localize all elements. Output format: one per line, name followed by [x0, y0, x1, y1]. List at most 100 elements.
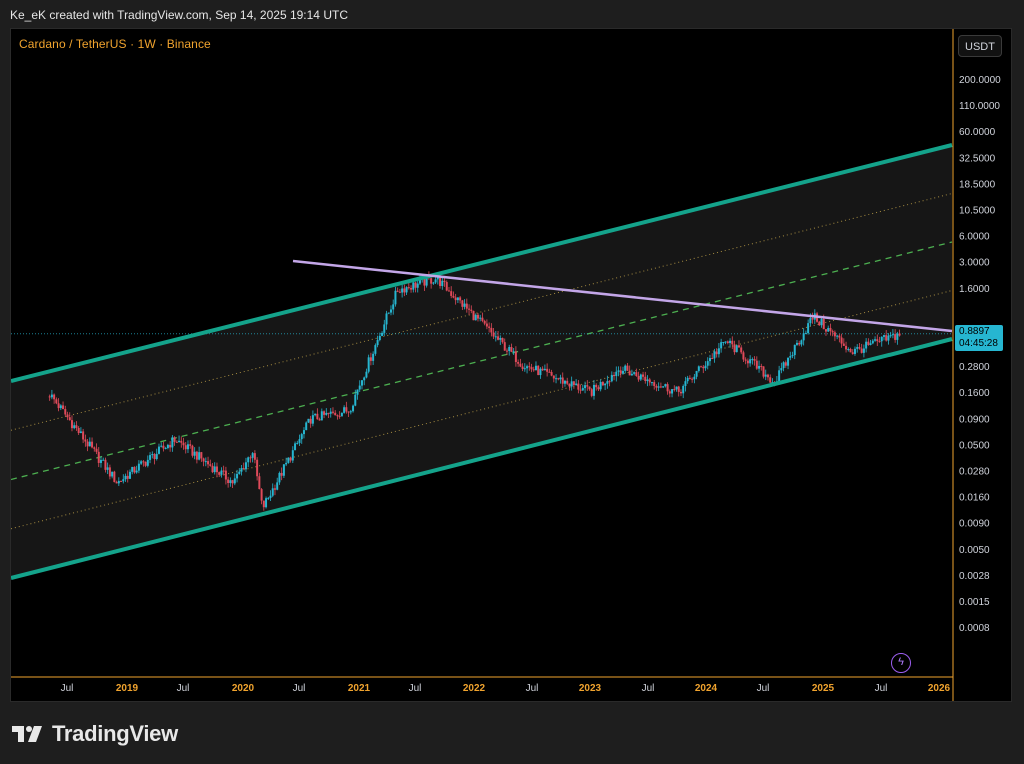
candle-body [755, 360, 758, 369]
candle-body [740, 347, 743, 353]
candle-body [66, 414, 69, 418]
candle-body [557, 378, 560, 380]
candle-body [456, 297, 459, 301]
candle-body [697, 366, 700, 371]
price-chart[interactable]: 200.0000 110.0000 60.0000 32.5000 18.5000 10.… [11, 29, 1011, 701]
chart-frame[interactable]: 200.0000 110.0000 60.0000 32.5000 18.5000 10.… [10, 28, 1012, 702]
candle-body [202, 458, 205, 462]
candle-body [73, 425, 76, 429]
candle-body [260, 489, 263, 501]
candle-body [68, 417, 71, 421]
candle-body [276, 482, 279, 490]
candle-body [563, 380, 566, 384]
candle-body [570, 381, 573, 387]
candle-body [204, 461, 207, 463]
candle-body [530, 367, 533, 370]
candle-body [700, 366, 703, 368]
candle-body [215, 466, 218, 473]
candle-body [856, 347, 859, 349]
flash-icon[interactable]: ϟ [891, 653, 911, 673]
x-tick-label: 2020 [232, 683, 255, 694]
candle-body [70, 420, 73, 429]
candle-body [64, 409, 67, 415]
x-tick-label: 2025 [812, 683, 835, 694]
candle-body [287, 457, 290, 463]
candle-body [766, 374, 769, 378]
candle-body [184, 445, 187, 450]
candle-body [789, 356, 792, 358]
candle-body [666, 384, 669, 392]
candle-body [802, 333, 805, 341]
y-tick-label: 0.0900 [959, 414, 990, 425]
candle-body [760, 365, 763, 367]
candle-body [820, 319, 823, 326]
candle-body [737, 345, 740, 348]
candle-body [485, 323, 488, 327]
candle-body [376, 340, 379, 346]
candle-body [599, 381, 602, 390]
candle-body [311, 415, 314, 424]
y-tick-label: 0.0050 [959, 545, 990, 556]
symbol-title[interactable]: Cardano / TetherUS · 1W · Binance [19, 37, 211, 51]
candle-body [572, 381, 575, 385]
candle-body [675, 386, 678, 390]
candle-body [896, 333, 899, 340]
candle-body [842, 343, 845, 346]
candle-body [633, 372, 636, 374]
candle-body [655, 386, 658, 388]
candle-body [876, 339, 879, 342]
candle-body [374, 345, 377, 354]
currency-button[interactable]: USDT [958, 35, 1002, 57]
candle-body [354, 394, 357, 406]
candle-body [251, 453, 254, 458]
candle-body [314, 413, 317, 416]
candle-body [829, 327, 832, 332]
candle-body [338, 415, 341, 417]
candle-body [543, 368, 546, 371]
candle-body [555, 378, 558, 380]
candle-body [340, 412, 343, 417]
candle-body [559, 377, 562, 380]
candle-body [269, 495, 272, 498]
candle-body [459, 297, 462, 301]
candle-body [182, 442, 185, 446]
countdown-label: 04:45:28 [959, 338, 998, 349]
candle-body [75, 425, 78, 428]
candle-body [189, 444, 192, 446]
candle-body [135, 470, 138, 473]
candle-body [590, 389, 593, 396]
x-tick-label: Jul [875, 683, 888, 694]
candle-body [840, 337, 843, 344]
candle-body [809, 318, 812, 324]
candle-body [831, 331, 834, 333]
candle-body [79, 431, 82, 434]
tradingview-logo[interactable]: TradingView [12, 720, 178, 748]
candle-body [200, 452, 203, 459]
candle-body [434, 279, 437, 283]
candle-body [336, 415, 339, 417]
candle-body [91, 441, 94, 448]
x-tick-label: 2019 [116, 683, 139, 694]
candle-body [510, 347, 513, 352]
candle-body [541, 368, 544, 371]
candle-body [385, 313, 388, 325]
candle-body [111, 471, 114, 477]
candle-body [798, 342, 801, 345]
x-tick-label: Jul [409, 683, 422, 694]
candle-body [55, 399, 58, 404]
candle-body [729, 340, 732, 344]
x-tick-label: Jul [61, 683, 74, 694]
candle-body [642, 374, 645, 377]
candle-body [711, 358, 714, 360]
candle-body [715, 351, 718, 355]
candle-body [416, 283, 419, 288]
candle-body [430, 278, 433, 284]
candle-body [209, 464, 212, 466]
candle-body [624, 365, 627, 371]
candle-body [171, 437, 174, 448]
candle-body [84, 439, 87, 442]
candle-body [211, 465, 214, 473]
x-tick-label: 2023 [579, 683, 602, 694]
candle-body [827, 327, 830, 332]
candle-body [791, 355, 794, 357]
